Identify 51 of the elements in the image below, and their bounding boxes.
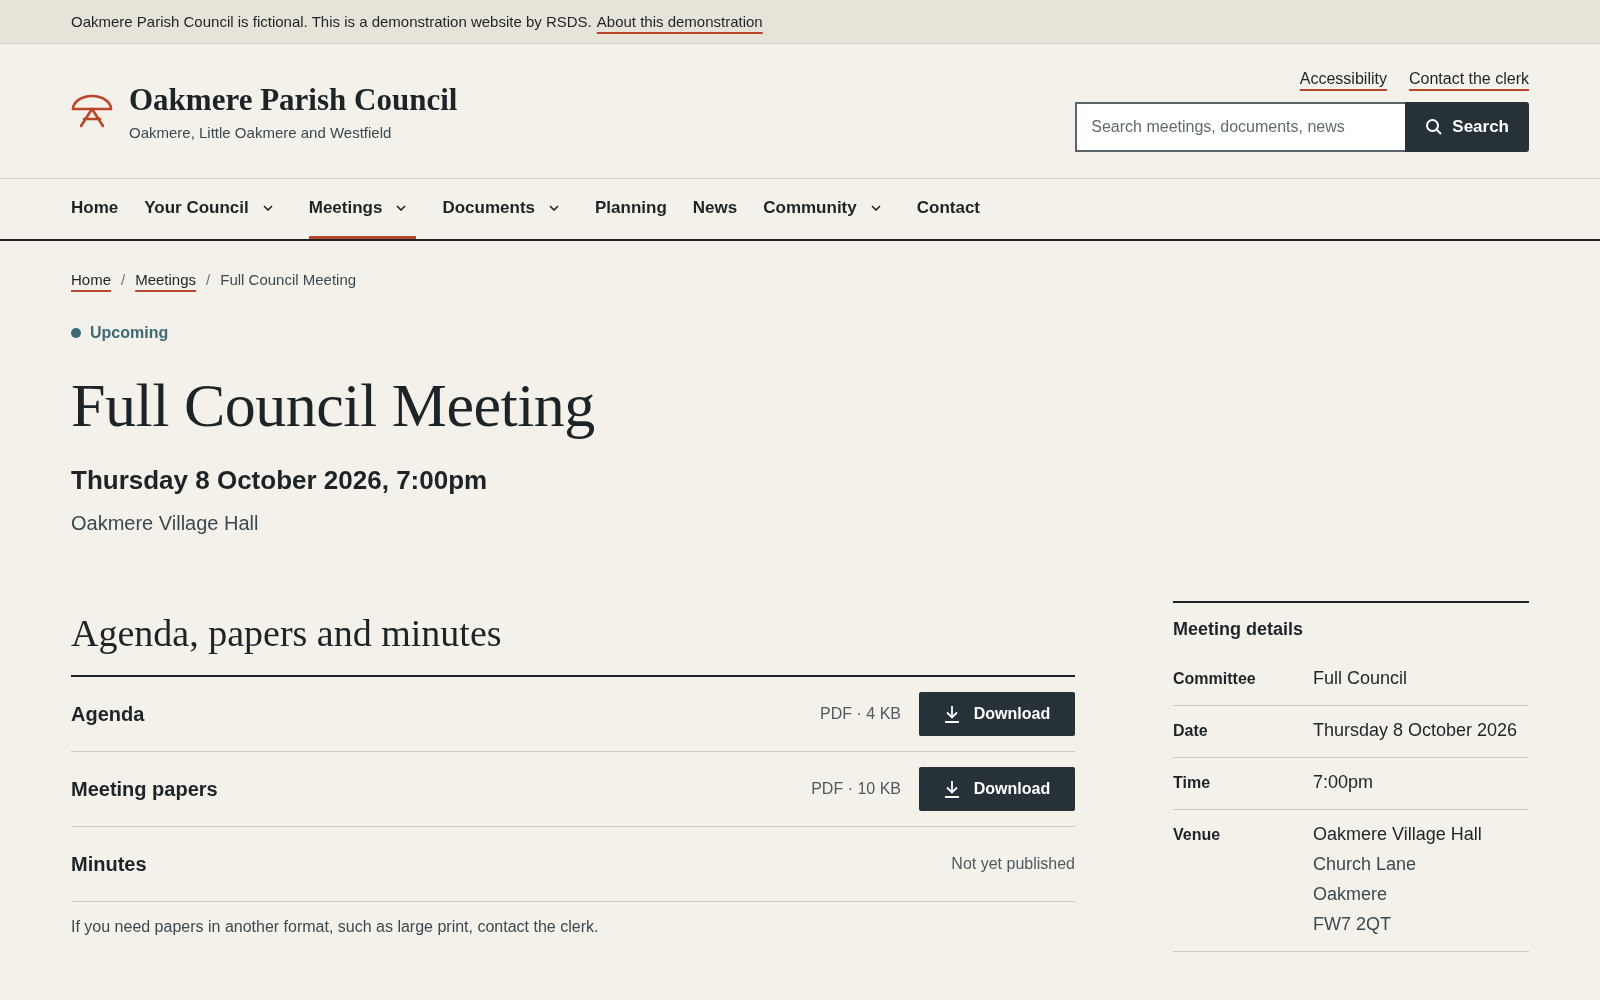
detail-value: 7:00pm	[1313, 772, 1374, 793]
breadcrumb-separator: /	[206, 271, 211, 288]
document-name: Agenda	[71, 702, 146, 726]
nav-item[interactable]: Contact	[916, 179, 980, 239]
detail-label: Date	[1173, 721, 1209, 741]
nav-item[interactable]: Meetings	[308, 179, 417, 239]
detail-value: Church Lane	[1313, 854, 1418, 875]
search-icon	[1425, 118, 1444, 136]
download-button[interactable]: Download	[919, 767, 1075, 811]
page-title: Full Council Meeting	[71, 370, 596, 441]
status-label: Upcoming	[90, 324, 169, 342]
document-name: Minutes	[71, 852, 148, 876]
notice-text: Oakmere Parish Council is fictional. This is a demonstration website by RSDS.	[71, 13, 592, 30]
detail-value: Oakmere	[1313, 884, 1389, 905]
file-info: PDF · 10 KB	[811, 780, 901, 798]
utility-link[interactable]: Accessibility	[1299, 70, 1387, 88]
nav-item[interactable]: Your Council	[144, 179, 283, 239]
nav-item[interactable]: Planning	[595, 179, 667, 239]
meeting-venue: Oakmere Village Hall	[71, 512, 260, 535]
nav-item[interactable]: Home	[71, 179, 119, 239]
search-field[interactable]: Search meetings, documents, news	[1075, 102, 1406, 152]
logo-icon	[71, 94, 113, 128]
about-link[interactable]: About this demonstration	[596, 13, 763, 30]
search-button[interactable]: Search	[1405, 102, 1529, 152]
detail-value: Thursday 8 October 2026	[1313, 720, 1518, 741]
site-title[interactable]: Oakmere Parish Council	[129, 81, 458, 118]
download-button[interactable]: Download	[919, 692, 1075, 736]
detail-label: Time	[1173, 773, 1212, 793]
detail-label: Committee	[1173, 669, 1257, 689]
breadcrumb-current: Full Council Meeting	[220, 271, 357, 288]
utility-link[interactable]: Contact the clerk	[1408, 70, 1529, 88]
download-icon	[943, 780, 960, 798]
publication-status: Not yet published	[951, 855, 1075, 873]
breadcrumb-separator: /	[121, 271, 126, 288]
nav-item[interactable]: Community	[763, 179, 891, 239]
download-icon	[943, 705, 960, 723]
nav-item[interactable]: Documents	[442, 179, 569, 239]
nav-item[interactable]: News	[692, 179, 738, 239]
breadcrumb-link[interactable]: Home	[71, 271, 111, 288]
format-note: If you need papers in another format, such as large print, contact the clerk.	[71, 918, 600, 936]
meeting-datetime: Thursday 8 October 2026, 7:00pm	[71, 465, 489, 496]
detail-value: FW7 2QT	[1313, 914, 1392, 935]
detail-value: Oakmere Village Hall	[1313, 824, 1482, 845]
breadcrumb-link[interactable]: Meetings	[135, 271, 197, 288]
details-heading: Meeting details	[1173, 619, 1305, 640]
document-name: Meeting papers	[71, 777, 219, 801]
detail-value: Full Council	[1313, 668, 1408, 689]
site-subtitle: Oakmere, Little Oakmere and Westfield	[129, 123, 393, 141]
detail-label: Venue	[1173, 825, 1222, 845]
file-info: PDF · 4 KB	[820, 705, 901, 723]
section-heading: Agenda, papers and minutes	[71, 611, 1075, 677]
